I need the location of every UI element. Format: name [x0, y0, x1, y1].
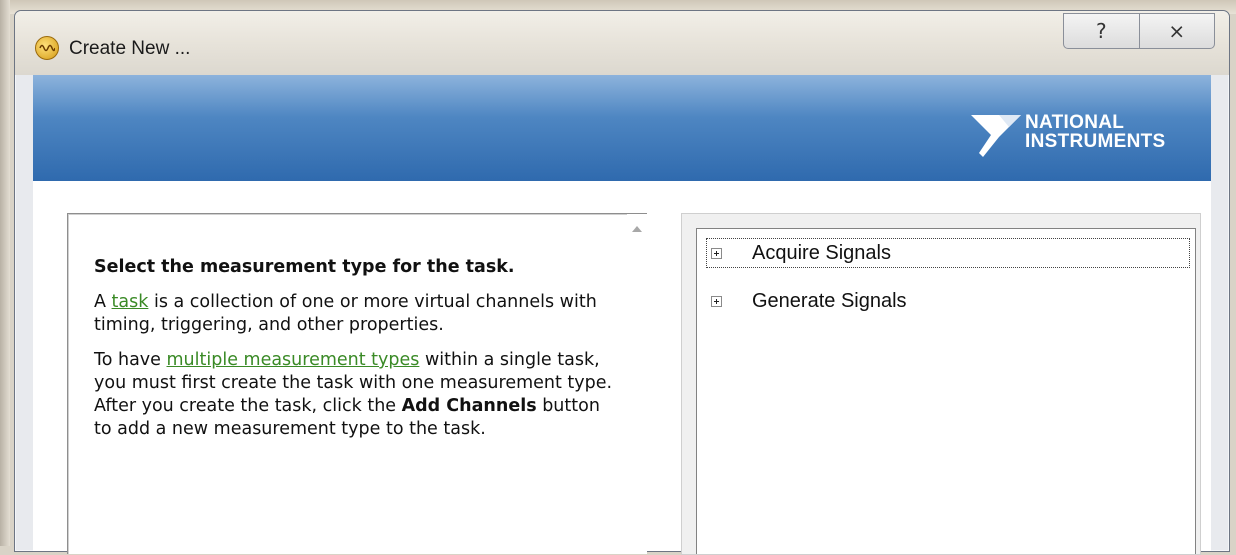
tree-item-label: Generate Signals — [752, 289, 907, 312]
help-heading: Select the measurement type for the task… — [94, 257, 515, 277]
close-icon: ⨯ — [1168, 19, 1186, 43]
measurement-tree-frame: Acquire Signals Generate Signals — [681, 213, 1201, 555]
logo-text: NATIONAL INSTRUMENTS — [1025, 113, 1166, 151]
measurement-type-tree[interactable]: Acquire Signals Generate Signals — [696, 228, 1196, 554]
expand-plus-icon[interactable] — [711, 295, 722, 307]
national-instruments-logo: NATIONAL INSTRUMENTS — [969, 113, 1199, 157]
app-icon — [35, 36, 59, 60]
help-scrollbar[interactable] — [627, 213, 647, 554]
close-button[interactable]: ⨯ — [1138, 14, 1215, 48]
window-controls: ? ⨯ — [1063, 13, 1215, 49]
task-link[interactable]: task — [112, 292, 149, 312]
header-banner: NATIONAL INSTRUMENTS — [33, 75, 1211, 181]
tree-item-acquire-signals[interactable]: Acquire Signals — [706, 238, 1190, 268]
logo-line-2: INSTRUMENTS — [1025, 131, 1166, 152]
title-bar[interactable]: Create New ... ? ⨯ — [15, 11, 1229, 75]
help-paragraph-task: A task is a collection of one or more vi… — [94, 291, 614, 337]
help-icon: ? — [1095, 19, 1107, 43]
logo-line-1: NATIONAL — [1025, 112, 1125, 133]
scroll-up-icon[interactable] — [632, 226, 642, 232]
window-title: Create New ... — [69, 38, 191, 59]
help-text: Select the measurement type for the task… — [94, 256, 614, 453]
help-panel: Select the measurement type for the task… — [67, 213, 628, 554]
add-channels-text: Add Channels — [401, 396, 537, 416]
tree-item-label: Acquire Signals — [752, 241, 891, 264]
ni-eagle-icon — [971, 115, 1021, 157]
dialog-content: Select the measurement type for the task… — [33, 181, 1211, 555]
help-text-fragment: To have — [94, 350, 167, 370]
expand-plus-icon[interactable] — [711, 247, 722, 259]
multiple-measurement-types-link[interactable]: multiple measurement types — [167, 350, 420, 370]
background-window-edge — [0, 0, 10, 546]
tree-item-generate-signals[interactable]: Generate Signals — [707, 287, 907, 315]
help-paragraph-multiple: To have multiple measurement types withi… — [94, 349, 614, 441]
help-text-fragment: A — [94, 292, 112, 312]
help-button[interactable]: ? — [1064, 14, 1139, 48]
create-new-dialog: Create New ... ? ⨯ NATIONAL INSTRUMENTS — [14, 10, 1230, 555]
help-text-fragment: is a collection of one or more virtual c… — [94, 292, 597, 335]
